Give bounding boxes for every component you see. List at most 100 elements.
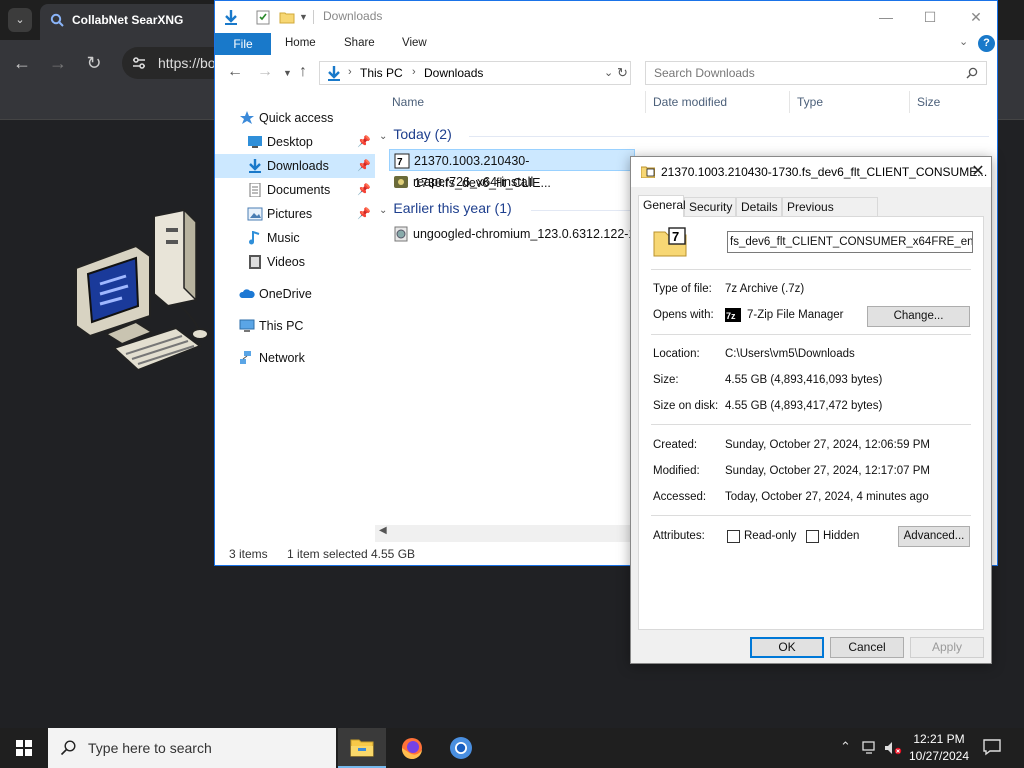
group-divider bbox=[469, 136, 989, 137]
pin-icon[interactable]: 📌 bbox=[357, 154, 371, 178]
svg-text:7: 7 bbox=[672, 229, 679, 244]
checkbox-box[interactable] bbox=[727, 530, 740, 543]
column-separator[interactable] bbox=[909, 91, 910, 113]
change-button[interactable]: Change... bbox=[867, 306, 970, 327]
collapse-chevron-icon[interactable]: ⌄ bbox=[379, 205, 387, 216]
nav-onedrive[interactable]: OneDrive bbox=[215, 282, 375, 306]
search-input[interactable]: Search Downloads bbox=[645, 61, 987, 85]
show-hidden-icons[interactable]: ⌃ bbox=[840, 739, 851, 755]
advanced-button[interactable]: Advanced... bbox=[898, 526, 970, 547]
recent-locations-icon[interactable]: ▼ bbox=[283, 68, 292, 78]
created-label: Created: bbox=[653, 439, 698, 451]
notifications-icon[interactable] bbox=[982, 738, 1002, 756]
tab-share[interactable]: Share bbox=[344, 37, 375, 49]
tab-security[interactable]: Security bbox=[684, 197, 736, 217]
breadcrumb-chevron-icon[interactable]: › bbox=[412, 66, 416, 78]
up-icon[interactable]: ↑ bbox=[299, 63, 307, 81]
pin-icon[interactable]: 📌 bbox=[357, 130, 371, 154]
volume-muted-icon[interactable] bbox=[884, 741, 902, 755]
browser-tab[interactable]: CollabNet SearXNG bbox=[40, 4, 220, 40]
nav-label: Quick access bbox=[259, 111, 334, 125]
breadcrumb-this-pc[interactable]: This PC bbox=[360, 66, 403, 80]
tab-general[interactable]: General bbox=[638, 195, 686, 217]
minimize-button[interactable]: — bbox=[863, 5, 909, 29]
nav-music[interactable]: Music bbox=[215, 226, 375, 250]
help-button[interactable]: ? bbox=[978, 35, 995, 52]
pin-icon[interactable]: 📌 bbox=[357, 202, 371, 226]
new-folder-icon[interactable] bbox=[279, 9, 295, 25]
attributes-label: Attributes: bbox=[653, 530, 705, 542]
nav-this-pc[interactable]: This PC bbox=[215, 314, 375, 338]
expand-ribbon-icon[interactable]: ⌄ bbox=[959, 35, 968, 48]
windows-start-icon[interactable] bbox=[0, 728, 48, 768]
properties-qa-icon[interactable] bbox=[255, 9, 271, 25]
back-icon[interactable]: ← bbox=[227, 63, 243, 81]
customize-qa-icon[interactable]: ▼ bbox=[299, 12, 308, 22]
file-row-reaper[interactable]: reaper726_x64-install bbox=[389, 171, 533, 193]
nav-downloads[interactable]: Downloads 📌 bbox=[215, 154, 375, 178]
ok-button[interactable]: OK bbox=[750, 637, 824, 658]
tab-file[interactable]: File bbox=[215, 33, 271, 55]
nav-desktop[interactable]: Desktop 📌 bbox=[215, 130, 375, 154]
reload-icon[interactable]: ↻ bbox=[82, 53, 106, 74]
group-header-earlier[interactable]: ⌄ Earlier this year (1) bbox=[379, 200, 631, 216]
tab-search-button[interactable]: ⌄ bbox=[8, 8, 32, 32]
filename-input[interactable]: fs_dev6_flt_CLIENT_CONSUMER_x64FRE_en-us bbox=[727, 231, 973, 253]
forward-icon[interactable]: → bbox=[46, 53, 70, 74]
tab-home[interactable]: Home bbox=[285, 37, 316, 49]
network-status-icon[interactable] bbox=[862, 741, 878, 755]
apply-button[interactable]: Apply bbox=[910, 637, 984, 658]
search-placeholder: Search Downloads bbox=[654, 66, 755, 80]
collapse-chevron-icon[interactable]: ⌄ bbox=[379, 131, 387, 142]
address-bar[interactable]: › This PC › Downloads ⌄ bbox=[319, 61, 631, 85]
scroll-left-icon[interactable]: ◀ bbox=[379, 525, 387, 536]
download-arrow-icon bbox=[225, 10, 237, 25]
close-button[interactable]: ✕ bbox=[953, 5, 999, 29]
column-name[interactable]: Name bbox=[392, 95, 424, 109]
file-row-chromium[interactable]: ungoogled-chromium_123.0.6312.122-1... bbox=[389, 223, 646, 245]
taskbar-file-explorer[interactable] bbox=[338, 728, 386, 768]
column-separator[interactable] bbox=[789, 91, 790, 113]
installer-icon bbox=[394, 176, 408, 188]
maximize-button[interactable]: ☐ bbox=[907, 5, 953, 29]
refresh-icon[interactable]: ↻ bbox=[617, 65, 628, 81]
column-type[interactable]: Type bbox=[797, 95, 823, 109]
breadcrumb-downloads[interactable]: Downloads bbox=[424, 66, 483, 80]
breadcrumb-chevron-icon[interactable]: › bbox=[348, 66, 352, 78]
column-separator[interactable] bbox=[645, 91, 646, 113]
nav-network[interactable]: Network bbox=[215, 346, 375, 370]
size-on-disk-value: 4.55 GB (4,893,417,472 bytes) bbox=[725, 400, 883, 412]
column-size[interactable]: Size bbox=[917, 95, 940, 109]
size-label: Size: bbox=[653, 374, 679, 386]
modified-label: Modified: bbox=[653, 465, 700, 477]
hidden-checkbox[interactable]: Hidden bbox=[806, 530, 859, 543]
nav-pictures[interactable]: Pictures 📌 bbox=[215, 202, 375, 226]
checkbox-box[interactable] bbox=[806, 530, 819, 543]
taskbar-firefox[interactable] bbox=[388, 728, 436, 768]
site-info-icon[interactable] bbox=[132, 56, 146, 70]
pin-icon[interactable]: 📌 bbox=[357, 178, 371, 202]
readonly-checkbox[interactable]: Read-only bbox=[727, 530, 796, 543]
taskbar-clock[interactable]: 12:21 PM 10/27/2024 bbox=[904, 731, 974, 765]
nav-documents[interactable]: Documents 📌 bbox=[215, 178, 375, 202]
nav-videos[interactable]: Videos bbox=[215, 250, 375, 274]
taskbar-search-input[interactable]: Type here to search bbox=[48, 728, 336, 768]
group-header-today[interactable]: ⌄ Today (2) bbox=[379, 126, 989, 142]
nav-quick-access[interactable]: Quick access bbox=[215, 106, 375, 130]
7zip-app-icon: 7z bbox=[725, 308, 741, 322]
horizontal-scrollbar[interactable]: ◀ bbox=[375, 525, 635, 542]
svg-text:7: 7 bbox=[397, 157, 403, 168]
file-row-7z[interactable]: 7 21370.1003.210430-1730.fs_dev6_flt_CLI… bbox=[389, 149, 635, 190]
address-bar[interactable]: https://bo bbox=[122, 47, 218, 79]
tab-details[interactable]: Details bbox=[736, 197, 782, 217]
column-date-modified[interactable]: Date modified bbox=[653, 95, 727, 109]
cancel-button[interactable]: Cancel bbox=[830, 637, 904, 658]
taskbar-chromium[interactable] bbox=[437, 728, 485, 768]
tab-previous-versions[interactable]: Previous Versions bbox=[782, 197, 878, 232]
search-icon[interactable] bbox=[966, 67, 978, 79]
close-button[interactable]: ✕ bbox=[967, 161, 989, 183]
forward-icon[interactable]: → bbox=[257, 63, 273, 81]
address-dropdown-icon[interactable]: ⌄ bbox=[604, 66, 613, 79]
back-icon[interactable]: ← bbox=[10, 53, 34, 74]
tab-view[interactable]: View bbox=[402, 37, 427, 49]
